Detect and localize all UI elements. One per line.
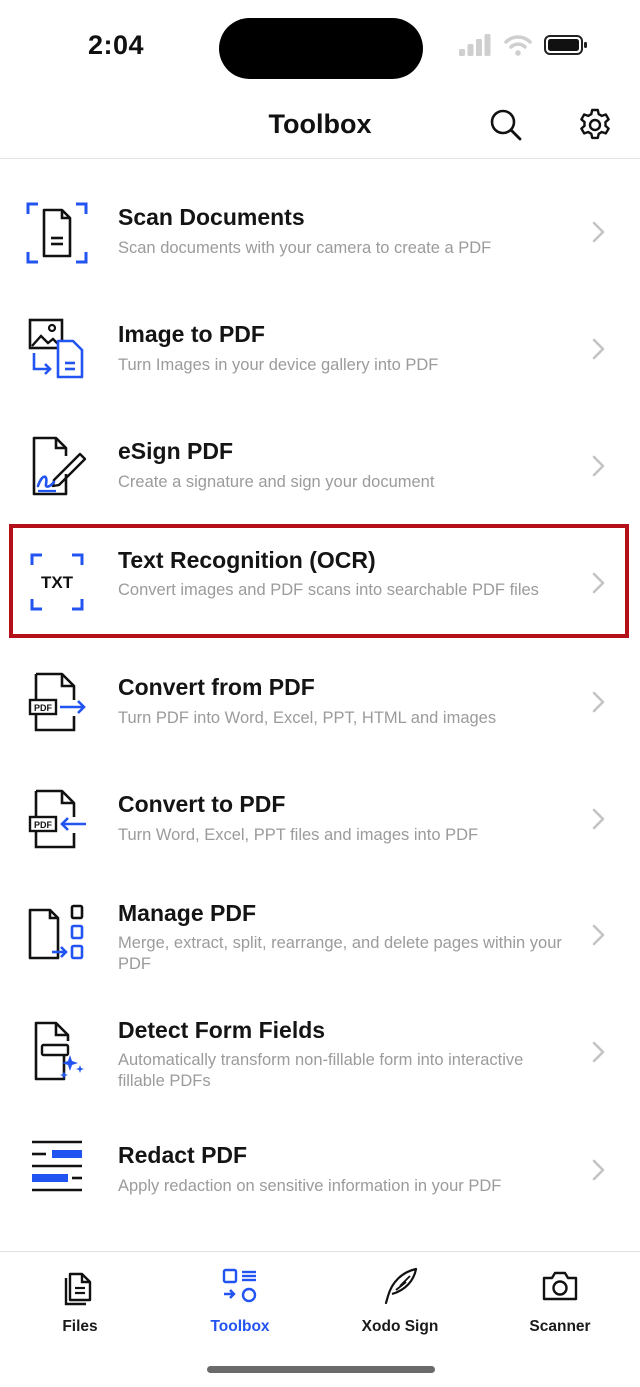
tool-item-manage-pdf[interactable]: Manage PDF Merge, extract, split, rearra…: [0, 880, 640, 990]
tool-item-convert-to-pdf[interactable]: PDF Convert to PDF Turn Word, Excel, PPT…: [0, 767, 640, 872]
tool-description: Turn Word, Excel, PPT files and images i…: [118, 826, 479, 844]
chevron-right-icon: [592, 221, 605, 243]
chevron-right-icon: [592, 924, 605, 946]
tool-item-redact-pdf[interactable]: Redact PDF Apply redaction on sensitive …: [0, 1120, 640, 1230]
tab-label: Xodo Sign: [361, 1318, 439, 1335]
status-icons: [458, 34, 588, 56]
manage-pages-icon: [28, 904, 84, 960]
dynamic-island: [219, 18, 423, 79]
redact-icon: [32, 1140, 82, 1192]
tool-description: Turn Images in your device gallery into …: [118, 356, 439, 374]
status-bar: 2:04: [0, 0, 640, 95]
tool-title: Scan Documents: [118, 204, 305, 230]
highlight-box: [9, 524, 629, 638]
page-title: Toolbox: [268, 109, 372, 139]
tool-item-detect-form-fields[interactable]: Detect Form Fields Automatically transfo…: [0, 997, 640, 1107]
tool-item-image-to-pdf[interactable]: Image to PDF Turn Images in your device …: [0, 297, 640, 402]
tab-scanner[interactable]: Scanner: [480, 1262, 640, 1342]
tool-title: Convert from PDF: [118, 674, 315, 700]
bottom-tab-bar: Files Toolbox Xodo Sign Scanner: [0, 1251, 640, 1387]
tab-toolbox[interactable]: Toolbox: [160, 1262, 320, 1342]
chevron-right-icon: [592, 1041, 605, 1063]
chevron-right-icon: [592, 455, 605, 477]
camera-icon: [542, 1271, 578, 1301]
tool-title: Detect Form Fields: [118, 1017, 326, 1043]
chevron-right-icon: [592, 808, 605, 830]
chevron-right-icon: [592, 1159, 605, 1181]
tool-description: Turn PDF into Word, Excel, PPT, HTML and…: [118, 709, 497, 727]
pdf-icon-text: PDF: [34, 703, 53, 713]
toolbox-icon: [222, 1268, 257, 1303]
search-icon: [490, 109, 522, 141]
home-indicator[interactable]: [207, 1366, 435, 1373]
tool-description: Automatically transform non-fillable for…: [118, 1051, 524, 1090]
tool-description: Create a signature and sign your documen…: [118, 473, 435, 491]
convert-to-pdf-icon: PDF: [28, 789, 86, 849]
chevron-right-icon: [592, 338, 605, 360]
tool-title: Convert to PDF: [118, 791, 286, 817]
toolbox-header: Toolbox: [0, 95, 640, 159]
tab-files[interactable]: Files: [0, 1262, 160, 1342]
image-to-pdf-icon: [28, 318, 84, 379]
tool-description: Merge, extract, split, rearrange, and de…: [118, 934, 562, 973]
tool-title: Image to PDF: [118, 321, 265, 347]
esign-icon: [32, 436, 87, 496]
tool-description: Scan documents with your camera to creat…: [118, 239, 492, 257]
wifi-icon: [504, 35, 532, 56]
pdf-icon-text: PDF: [34, 820, 53, 830]
tool-item-esign-pdf[interactable]: eSign PDF Create a signature and sign yo…: [0, 414, 640, 519]
cellular-signal-icon: [459, 34, 491, 56]
tool-title: Manage PDF: [118, 900, 257, 926]
search-button[interactable]: [484, 103, 528, 147]
detect-form-fields-icon: [34, 1021, 84, 1081]
convert-from-pdf-icon: PDF: [28, 672, 86, 732]
settings-button[interactable]: [573, 103, 617, 147]
tool-item-convert-from-pdf[interactable]: PDF Convert from PDF Turn PDF into Word,…: [0, 650, 640, 755]
chevron-right-icon: [592, 691, 605, 713]
tab-label: Toolbox: [210, 1318, 270, 1335]
tab-label: Files: [62, 1318, 98, 1335]
scan-document-icon: [26, 202, 88, 264]
battery-icon: [544, 35, 587, 55]
tab-xodo-sign[interactable]: Xodo Sign: [320, 1262, 480, 1342]
tab-label: Scanner: [529, 1318, 591, 1335]
tool-description: Apply redaction on sensitive information…: [118, 1177, 502, 1195]
gear-icon: [580, 108, 610, 140]
tool-title: Redact PDF: [118, 1142, 248, 1168]
status-time: 2:04: [88, 30, 145, 60]
tool-item-scan-documents[interactable]: Scan Documents Scan documents with your …: [0, 180, 640, 285]
files-icon: [64, 1272, 92, 1306]
quill-icon: [384, 1267, 418, 1305]
tool-title: eSign PDF: [118, 438, 234, 464]
